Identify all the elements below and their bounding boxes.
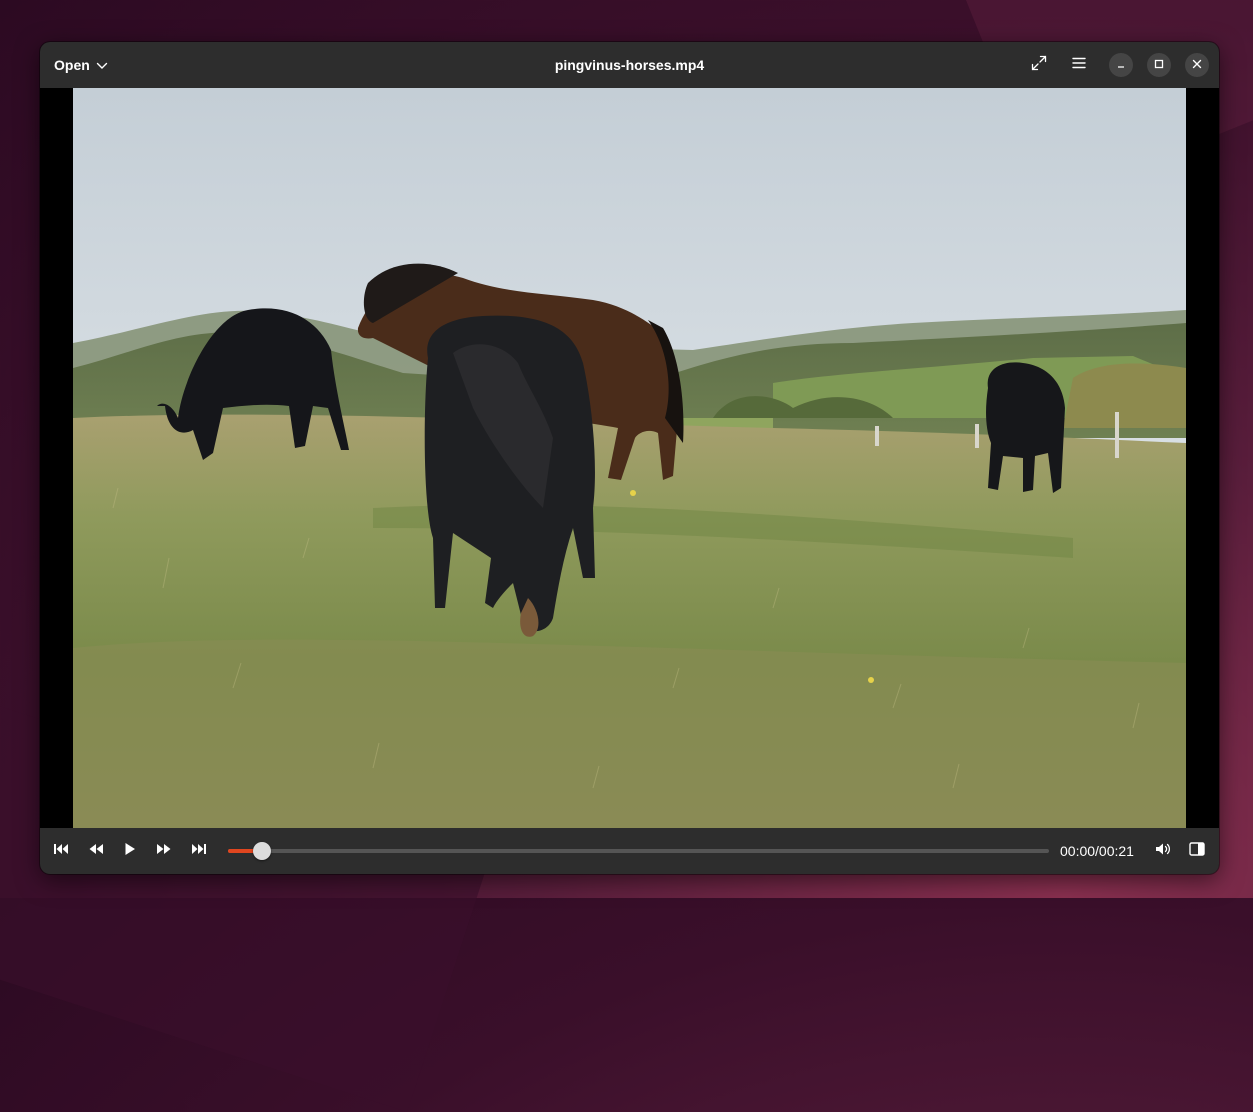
play-icon xyxy=(124,842,136,861)
minimize-button[interactable] xyxy=(1109,53,1133,77)
fullscreen-icon xyxy=(1031,55,1047,76)
header-bar: Open pingvinus-horses.mp4 xyxy=(40,42,1219,88)
rewind-icon xyxy=(88,842,104,860)
time-display: 00:00/00:21 xyxy=(1060,843,1134,859)
maximize-icon xyxy=(1154,56,1164,74)
video-frame[interactable] xyxy=(73,88,1186,828)
chevron-down-icon xyxy=(96,57,108,73)
fullscreen-button[interactable] xyxy=(1023,49,1055,81)
volume-icon xyxy=(1155,842,1171,861)
fast-forward-button[interactable] xyxy=(150,837,178,865)
open-button-label: Open xyxy=(54,57,90,73)
video-player-window: Open pingvinus-horses.mp4 00:00/00:21 xyxy=(40,42,1219,874)
play-button[interactable] xyxy=(116,837,144,865)
rewind-button[interactable] xyxy=(82,837,110,865)
hamburger-menu-icon xyxy=(1072,56,1086,74)
video-area[interactable] xyxy=(40,88,1219,828)
skip-to-end-button[interactable] xyxy=(185,837,213,865)
skip-to-start-button[interactable] xyxy=(47,837,75,865)
close-button[interactable] xyxy=(1185,53,1209,77)
seek-handle[interactable] xyxy=(252,842,271,860)
minimize-icon xyxy=(1116,56,1126,74)
seek-bar[interactable] xyxy=(228,842,1049,860)
skip-to-end-icon xyxy=(191,842,207,860)
video-frame-image xyxy=(73,88,1186,828)
sidebar-toggle-button[interactable] xyxy=(1183,837,1211,865)
main-menu-button[interactable] xyxy=(1063,49,1095,81)
skip-to-start-icon xyxy=(53,842,69,860)
close-icon xyxy=(1192,56,1202,74)
maximize-button[interactable] xyxy=(1147,53,1171,77)
playback-controls: 00:00/00:21 xyxy=(40,828,1219,874)
volume-button[interactable] xyxy=(1149,837,1177,865)
open-button[interactable]: Open xyxy=(46,50,116,80)
fast-forward-icon xyxy=(156,842,172,860)
sidebar-toggle-icon xyxy=(1189,841,1205,861)
